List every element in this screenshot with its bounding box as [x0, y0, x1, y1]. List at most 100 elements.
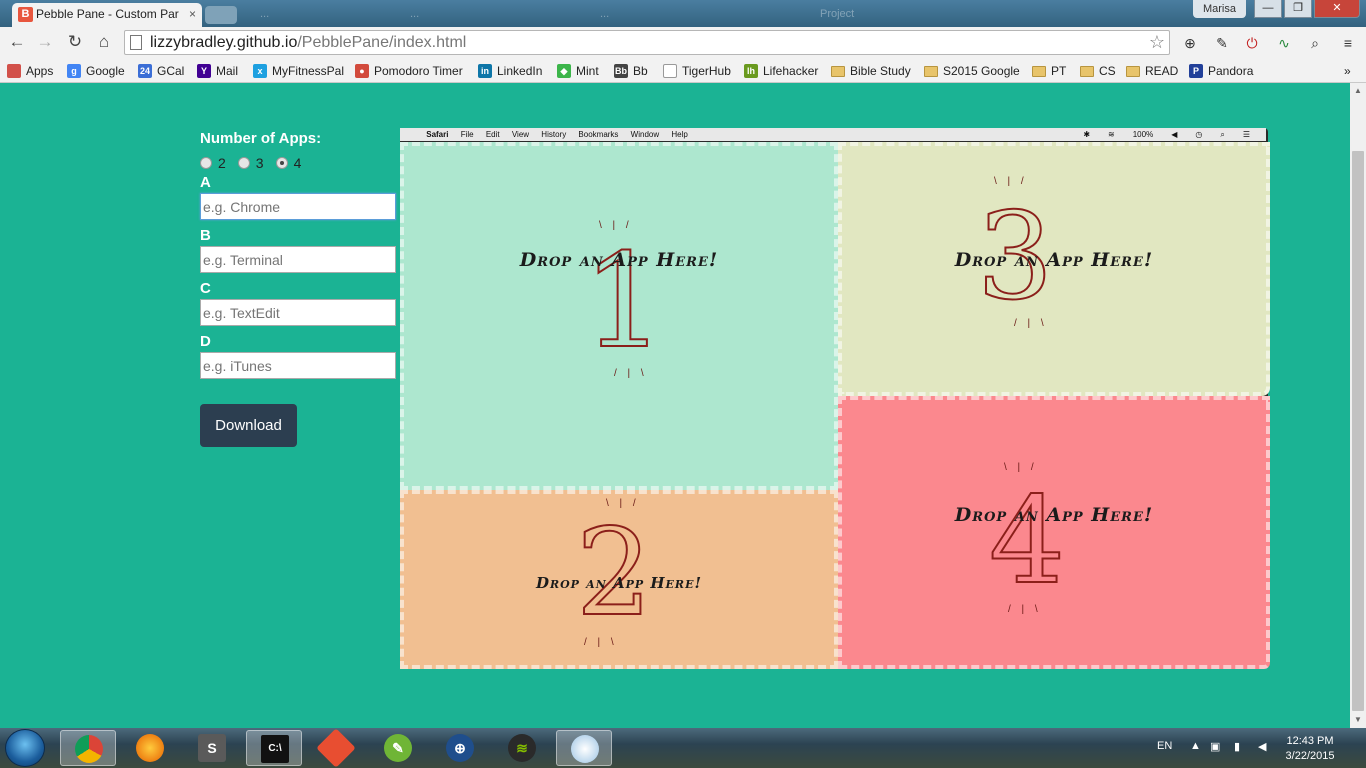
page-icon: [130, 35, 142, 50]
maximize-button[interactable]: ❐: [1284, 0, 1312, 18]
drop-zone-1[interactable]: \ | / 1 / | \ Drop an App Here!: [400, 142, 838, 490]
power-icon[interactable]: ⏻: [1242, 33, 1262, 53]
radio-button-icon[interactable]: [200, 157, 212, 169]
taskbar-clock[interactable]: 12:43 PM 3/22/2015: [1278, 734, 1342, 764]
background-tab-ghost: ...: [600, 8, 610, 20]
app-c-input[interactable]: [200, 299, 396, 326]
volume-icon[interactable]: ◀: [1258, 740, 1266, 753]
bookmark-pt[interactable]: PT: [1032, 62, 1066, 80]
taskbar-firefox[interactable]: [122, 730, 178, 766]
field-c-label: C: [200, 280, 211, 297]
home-icon[interactable]: ⌂: [93, 31, 115, 53]
taskbar-spotify[interactable]: ≋: [494, 730, 550, 766]
radio-label: 4: [293, 155, 302, 171]
heartbeat-icon[interactable]: ∿: [1274, 33, 1294, 53]
drop-app-text: Drop an App Here!: [954, 504, 1154, 526]
menu-icon[interactable]: ≡: [1338, 33, 1358, 53]
radio-2[interactable]: 2: [200, 155, 226, 171]
device-icon[interactable]: ▣: [1210, 740, 1220, 753]
scroll-down-arrow-icon[interactable]: ▼: [1350, 712, 1366, 728]
taskbar-sublime[interactable]: S: [184, 730, 240, 766]
taskbar-git[interactable]: [308, 728, 364, 768]
taskbar-paint[interactable]: [556, 730, 612, 766]
tab-pebble-pane[interactable]: B Pebble Pane - Custom Par ×: [12, 3, 202, 27]
language-indicator[interactable]: EN: [1157, 740, 1172, 752]
forward-arrow-icon[interactable]: →: [34, 31, 56, 53]
bookmarks-overflow-button[interactable]: »: [1344, 62, 1351, 80]
tab-close-icon[interactable]: ×: [189, 3, 196, 25]
download-button[interactable]: Download: [200, 404, 297, 447]
start-button[interactable]: [5, 729, 45, 767]
vertical-scrollbar[interactable]: ▲ ▼: [1350, 83, 1366, 728]
radio-button-icon[interactable]: [237, 157, 250, 169]
bookmark-cs[interactable]: CS: [1080, 62, 1116, 80]
drop-zone-3[interactable]: \ | / 3 / | \ Drop an App Here!: [838, 142, 1270, 396]
folder-icon: [831, 66, 845, 77]
minimize-button[interactable]: —: [1254, 0, 1282, 18]
bookmark-label: GCal: [157, 64, 185, 78]
bookmark-tigerhub[interactable]: TigerHub: [663, 62, 731, 80]
scrollbar-thumb[interactable]: [1352, 151, 1364, 711]
reload-icon[interactable]: ↻: [64, 31, 86, 53]
extension-icon[interactable]: ⊕: [1180, 33, 1200, 53]
sparkle-icon: \ | /: [994, 176, 1028, 187]
bookmark-bible-study[interactable]: Bible Study: [831, 62, 911, 80]
bookmark-label: Mint: [576, 64, 599, 78]
bookmark-label: TigerHub: [682, 64, 731, 78]
taskbar-keepass[interactable]: ⊕: [432, 730, 488, 766]
radio-4[interactable]: 4: [275, 155, 302, 171]
bookmark-gcal[interactable]: 24 GCal: [138, 62, 184, 80]
address-bar[interactable]: lizzybradley.github.io/PebblePane/index.…: [124, 30, 1170, 55]
bookmark-lifehacker[interactable]: lh Lifehacker: [744, 62, 818, 80]
bookmark-label: Google: [86, 64, 125, 78]
url-text[interactable]: lizzybradley.github.io/PebblePane/index.…: [150, 31, 466, 54]
new-tab-button[interactable]: [205, 6, 237, 24]
tab-favicon: B: [18, 7, 33, 22]
radio-3[interactable]: 3: [237, 155, 264, 171]
app-a-input[interactable]: [200, 193, 396, 220]
mac-menubar: Safari File Edit View History Bookmarks …: [400, 128, 1266, 141]
app-b-input[interactable]: [200, 246, 396, 273]
background-tab-ghost: ...: [260, 8, 270, 20]
bookmark-mint[interactable]: ◆ Mint: [557, 62, 599, 80]
chrome-icon: [75, 735, 103, 763]
bookmark-pomodoro-timer[interactable]: ● Pomodoro Timer: [355, 62, 463, 80]
search-icon[interactable]: ⌕: [1305, 33, 1325, 53]
profile-badge[interactable]: Marisa: [1192, 0, 1246, 18]
bookmarks-bar: Apps g Google 24 GCal Y Mail x MyFitnessPal ● Pomo…: [0, 59, 1366, 83]
tab-strip: B Pebble Pane - Custom Par × ... ... ...…: [0, 0, 1366, 27]
bookmark-label: Pandora: [1208, 64, 1254, 78]
bookmark-linkedin[interactable]: in LinkedIn: [478, 62, 542, 80]
drop-app-text: Drop an App Here!: [535, 574, 703, 592]
bookmark-label: CS: [1099, 64, 1116, 78]
bookmark-s2015-google[interactable]: S2015 Google: [924, 62, 1020, 80]
bookmark-label: MyFitnessPal: [272, 64, 345, 78]
menubar-item: Help: [671, 130, 688, 139]
back-arrow-icon[interactable]: ←: [6, 31, 28, 53]
bookmark-myfitnesspal[interactable]: x MyFitnessPal: [253, 62, 344, 80]
bookmark-pandora[interactable]: P Pandora: [1189, 62, 1253, 80]
bookmark-mail[interactable]: Y Mail: [197, 62, 238, 80]
app-d-input[interactable]: [200, 352, 396, 379]
field-b-label: B: [200, 227, 211, 244]
bookmark-apps[interactable]: Apps: [7, 62, 53, 80]
close-window-button[interactable]: ✕: [1314, 0, 1360, 18]
bookmark-favicon-icon: Bb: [614, 64, 628, 78]
spotify-icon: ≋: [508, 734, 536, 762]
show-hidden-icons-icon[interactable]: ▲: [1190, 740, 1201, 752]
menubar-app-name: Safari: [426, 130, 449, 139]
drop-zone-4[interactable]: \ | / 4 / | \ Drop an App Here!: [838, 396, 1270, 669]
radio-button-selected-icon[interactable]: [275, 157, 288, 169]
paint-icon: [571, 735, 599, 763]
bookmark-bb[interactable]: Bb Bb: [614, 62, 648, 80]
network-icon[interactable]: ▮: [1234, 740, 1240, 753]
taskbar-chrome[interactable]: [60, 730, 116, 766]
evernote-icon[interactable]: ✎: [1212, 33, 1232, 53]
taskbar-evernote[interactable]: ✎: [370, 730, 426, 766]
bookmark-read[interactable]: READ: [1126, 62, 1178, 80]
scroll-up-arrow-icon[interactable]: ▲: [1350, 83, 1366, 99]
bookmark-google[interactable]: g Google: [67, 62, 125, 80]
taskbar-terminal[interactable]: C:\: [246, 730, 302, 766]
bookmark-star-icon[interactable]: ☆: [1149, 31, 1165, 53]
drop-zone-2[interactable]: \ | / 2 / | \ Drop an App Here!: [400, 490, 838, 669]
